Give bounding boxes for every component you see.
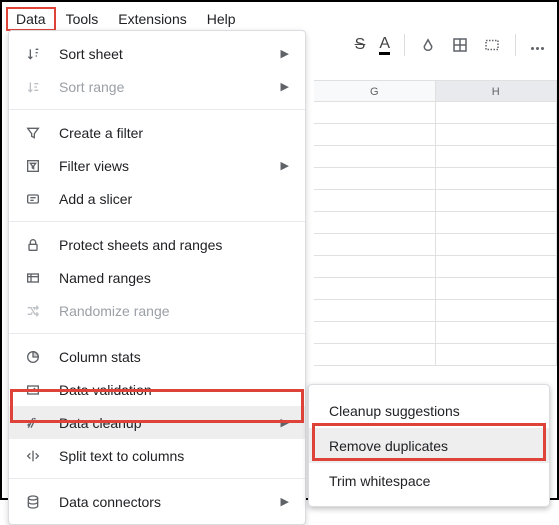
menu-randomize-range: Randomize range [9,294,305,327]
menu-label: Data cleanup [59,415,265,431]
lock-icon [23,237,43,253]
sort-range-icon [23,79,43,95]
cleanup-icon [23,415,43,431]
menu-label: Randomize range [59,303,289,319]
separator [9,109,305,110]
menu-label: Named ranges [59,270,289,286]
data-menu: Sort sheet ▶ Sort range ▶ Create a filte… [8,30,306,525]
menu-label: Add a slicer [59,191,289,207]
menu-label: Split text to columns [59,448,289,464]
menu-column-stats[interactable]: Column stats [9,340,305,373]
fill-color-icon[interactable] [419,36,437,54]
menu-tools[interactable]: Tools [58,9,107,29]
sort-sheet-icon [23,46,43,62]
stats-icon [23,349,43,365]
menu-extensions[interactable]: Extensions [110,9,194,29]
split-icon [23,448,43,464]
submenu-arrow-icon: ▶ [281,80,289,93]
submenu-arrow-icon: ▶ [281,495,289,508]
menu-help[interactable]: Help [199,9,244,29]
randomize-icon [23,303,43,319]
strikethrough-icon[interactable]: S [355,36,366,54]
submenu-label: Remove duplicates [329,438,448,454]
submenu-cleanup-suggestions[interactable]: Cleanup suggestions [309,393,549,428]
menu-label: Sort range [59,79,265,95]
separator [9,221,305,222]
col-h[interactable]: H [436,81,558,102]
menu-named-ranges[interactable]: Named ranges [9,261,305,294]
menu-protect-sheets[interactable]: Protect sheets and ranges [9,228,305,261]
menu-data-cleanup[interactable]: Data cleanup ▶ [9,406,305,439]
toolbar: S A [355,34,545,56]
submenu-trim-whitespace[interactable]: Trim whitespace [309,463,549,498]
submenu-remove-duplicates[interactable]: Remove duplicates [309,428,549,463]
menu-split-text[interactable]: Split text to columns [9,439,305,472]
merge-cells-icon[interactable] [483,36,501,54]
menu-sort-range: Sort range ▶ [9,70,305,103]
submenu-label: Cleanup suggestions [329,403,460,419]
submenu-label: Trim whitespace [329,473,430,489]
validation-icon [23,382,43,398]
menu-label: Filter views [59,158,265,174]
slicer-icon [23,191,43,207]
data-cleanup-submenu: Cleanup suggestions Remove duplicates Tr… [308,384,550,507]
menu-filter-views[interactable]: Filter views ▶ [9,149,305,182]
column-headers: G H [314,80,557,102]
menu-label: Column stats [59,349,289,365]
connectors-icon [23,494,43,510]
text-color-icon[interactable]: A [379,36,390,55]
filter-icon [23,125,43,141]
named-ranges-icon [23,270,43,286]
menu-label: Create a filter [59,125,289,141]
menu-sort-sheet[interactable]: Sort sheet ▶ [9,37,305,70]
menu-create-filter[interactable]: Create a filter [9,116,305,149]
separator [9,478,305,479]
menu-data-connectors[interactable]: Data connectors ▶ [9,485,305,518]
more-icon[interactable] [530,37,545,53]
menu-data[interactable]: Data [6,7,56,31]
filter-views-icon [23,158,43,174]
menu-label: Data connectors [59,494,265,510]
menu-label: Protect sheets and ranges [59,237,289,253]
submenu-arrow-icon: ▶ [281,159,289,172]
separator [9,333,305,334]
menu-add-slicer[interactable]: Add a slicer [9,182,305,215]
menu-label: Sort sheet [59,46,265,62]
menu-data-validation[interactable]: Data validation [9,373,305,406]
divider [404,34,405,56]
submenu-arrow-icon: ▶ [281,47,289,60]
borders-icon[interactable] [451,36,469,54]
submenu-arrow-icon: ▶ [281,416,289,429]
menu-label: Data validation [59,382,289,398]
divider [515,34,516,56]
col-g[interactable]: G [314,81,436,102]
